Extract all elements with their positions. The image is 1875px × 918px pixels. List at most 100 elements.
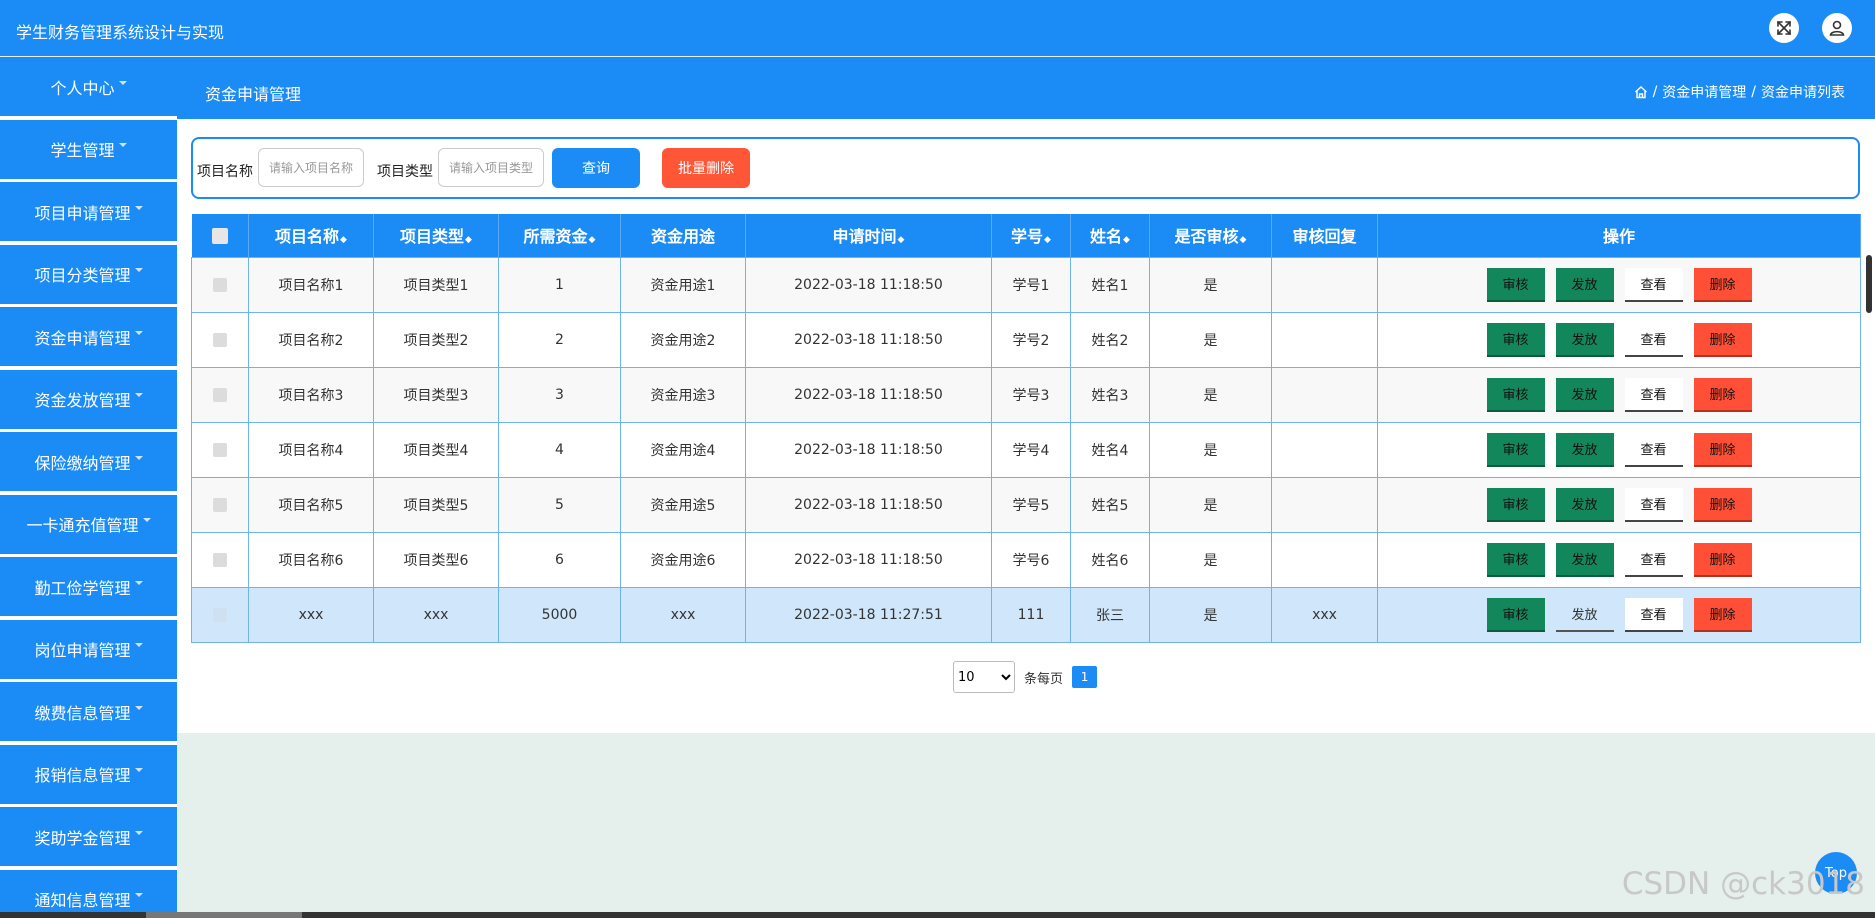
audit-button[interactable]: 审核 [1486, 377, 1545, 412]
cell-audited: 是 [1149, 586, 1272, 643]
view-button[interactable]: 查看 [1624, 542, 1683, 577]
row-checkbox[interactable] [213, 497, 227, 512]
breadcrumb: / 资金申请管理 / 资金申请列表 [1634, 82, 1845, 102]
header-time[interactable]: 申请时间◆ [745, 214, 992, 257]
row-select-cell [191, 476, 249, 533]
caret-down-icon [118, 80, 127, 85]
fullscreen-icon[interactable] [1769, 13, 1799, 43]
sidebar-item-card-recharge[interactable]: 一卡通充值管理 [0, 494, 177, 554]
sidebar-item-label: 资金申请管理 [34, 328, 131, 348]
sidebar-item-payment[interactable]: 缴费信息管理 [0, 682, 177, 741]
row-select-cell [191, 421, 249, 478]
view-button[interactable]: 查看 [1624, 487, 1683, 522]
cell-actions: 审核 发放 查看 删除 [1377, 531, 1861, 588]
breadcrumb-item-fund-list: 资金申请列表 [1761, 85, 1845, 101]
issue-button[interactable]: 发放 [1555, 322, 1614, 357]
sidebar-item-project-application[interactable]: 项目申请管理 [0, 182, 177, 241]
delete-button[interactable]: 删除 [1693, 597, 1752, 632]
sidebar-item-personal-center[interactable]: 个人中心 [0, 57, 177, 116]
sidebar-item-label: 保险缴纳管理 [34, 453, 131, 473]
header-project-name[interactable]: 项目名称◆ [248, 214, 374, 257]
sidebar-item-work-study[interactable]: 勤工俭学管理 [0, 557, 177, 616]
project-type-input[interactable] [438, 148, 544, 187]
cell-purpose: 资金用途4 [620, 421, 746, 478]
breadcrumb-item-fund-application[interactable]: 资金申请管理 [1662, 82, 1746, 102]
header-student-id[interactable]: 学号◆ [991, 214, 1071, 257]
header-student-name[interactable]: 姓名◆ [1070, 214, 1150, 257]
horizontal-scrollbar-thumb[interactable] [146, 912, 302, 918]
project-name-input[interactable] [258, 148, 364, 187]
sidebar-item-insurance[interactable]: 保险缴纳管理 [0, 432, 177, 491]
table-row: 项目名称3 项目类型3 3 资金用途3 2022-03-18 11:18:50 … [191, 366, 1861, 423]
row-select-cell [191, 531, 249, 588]
header-purpose: 资金用途 [620, 214, 746, 257]
sidebar-item-project-category[interactable]: 项目分类管理 [0, 244, 177, 304]
fund-application-table: 项目名称◆ 项目类型◆ 所需资金◆ 资金用途 申请时间◆ 学号◆ 姓名◆ 是否审… [191, 214, 1861, 643]
row-checkbox[interactable] [213, 387, 227, 402]
audit-button[interactable]: 审核 [1486, 432, 1545, 467]
cell-actions: 审核 发放 查看 删除 [1377, 586, 1861, 643]
view-button[interactable]: 查看 [1624, 597, 1683, 632]
sidebar-item-scholarship[interactable]: 奖助学金管理 [0, 807, 177, 866]
home-icon[interactable] [1634, 85, 1648, 99]
cell-purpose: 资金用途1 [620, 256, 746, 313]
delete-button[interactable]: 删除 [1693, 542, 1752, 577]
page-size-select[interactable]: 10 [953, 661, 1015, 693]
view-button[interactable]: 查看 [1624, 322, 1683, 357]
issue-button[interactable]: 发放 [1555, 267, 1614, 302]
cell-audited: 是 [1149, 311, 1272, 368]
cell-time: 2022-03-18 11:18:50 [745, 421, 992, 478]
cell-time: 2022-03-18 11:18:50 [745, 256, 992, 313]
row-checkbox[interactable] [213, 442, 227, 457]
delete-button[interactable]: 删除 [1693, 322, 1752, 357]
cell-project-name: 项目名称3 [248, 366, 374, 423]
sidebar-item-fund-issue[interactable]: 资金发放管理 [0, 369, 177, 429]
delete-button[interactable]: 删除 [1693, 432, 1752, 467]
audit-button[interactable]: 审核 [1486, 542, 1545, 577]
row-checkbox[interactable] [213, 607, 227, 622]
page-number-1[interactable]: 1 [1072, 666, 1098, 688]
sort-icon: ◆ [1239, 235, 1247, 246]
cell-amount: 4 [498, 421, 621, 478]
view-button[interactable]: 查看 [1624, 267, 1683, 302]
row-checkbox[interactable] [213, 552, 227, 567]
cell-project-type: 项目类型1 [373, 256, 499, 313]
header-amount[interactable]: 所需资金◆ [498, 214, 621, 257]
select-all-checkbox[interactable] [211, 228, 228, 245]
vertical-scrollbar[interactable] [1866, 255, 1872, 313]
sidebar-item-label: 岗位申请管理 [34, 641, 131, 660]
sidebar-item-reimbursement[interactable]: 报销信息管理 [0, 744, 177, 804]
view-button[interactable]: 查看 [1624, 377, 1683, 412]
sidebar-item-student[interactable]: 学生管理 [0, 119, 177, 179]
issue-button[interactable]: 发放 [1555, 487, 1614, 522]
audit-button[interactable]: 审核 [1486, 597, 1545, 632]
delete-button[interactable]: 删除 [1693, 377, 1752, 412]
cell-student-id: 学号2 [991, 311, 1071, 368]
delete-button[interactable]: 删除 [1693, 267, 1752, 302]
cell-amount: 5 [498, 476, 621, 533]
batch-delete-button[interactable]: 批量删除 [662, 148, 750, 188]
issue-button[interactable]: 发放 [1555, 597, 1614, 632]
view-button[interactable]: 查看 [1624, 432, 1683, 467]
sidebar-item-notice[interactable]: 通知信息管理 [0, 869, 177, 918]
row-checkbox[interactable] [213, 277, 227, 292]
query-button[interactable]: 查询 [552, 148, 640, 188]
user-icon[interactable] [1822, 13, 1852, 43]
sidebar-item-label: 奖助学金管理 [34, 828, 131, 848]
header-audited[interactable]: 是否审核◆ [1149, 214, 1272, 257]
issue-button[interactable]: 发放 [1555, 542, 1614, 577]
cell-time: 2022-03-18 11:18:50 [745, 531, 992, 588]
issue-button[interactable]: 发放 [1555, 432, 1614, 467]
sidebar-item-fund-application[interactable]: 资金申请管理 [0, 307, 177, 366]
audit-button[interactable]: 审核 [1486, 267, 1545, 302]
audit-button[interactable]: 审核 [1486, 322, 1545, 357]
issue-button[interactable]: 发放 [1555, 377, 1614, 412]
audit-button[interactable]: 审核 [1486, 487, 1545, 522]
sort-icon: ◆ [1044, 235, 1051, 246]
delete-button[interactable]: 删除 [1693, 487, 1752, 522]
per-page-label: 条每页 [1024, 671, 1064, 687]
sidebar-item-job-application[interactable]: 岗位申请管理 [0, 619, 177, 679]
caret-down-icon [134, 330, 143, 335]
header-project-type[interactable]: 项目类型◆ [373, 214, 499, 257]
row-checkbox[interactable] [213, 332, 227, 347]
